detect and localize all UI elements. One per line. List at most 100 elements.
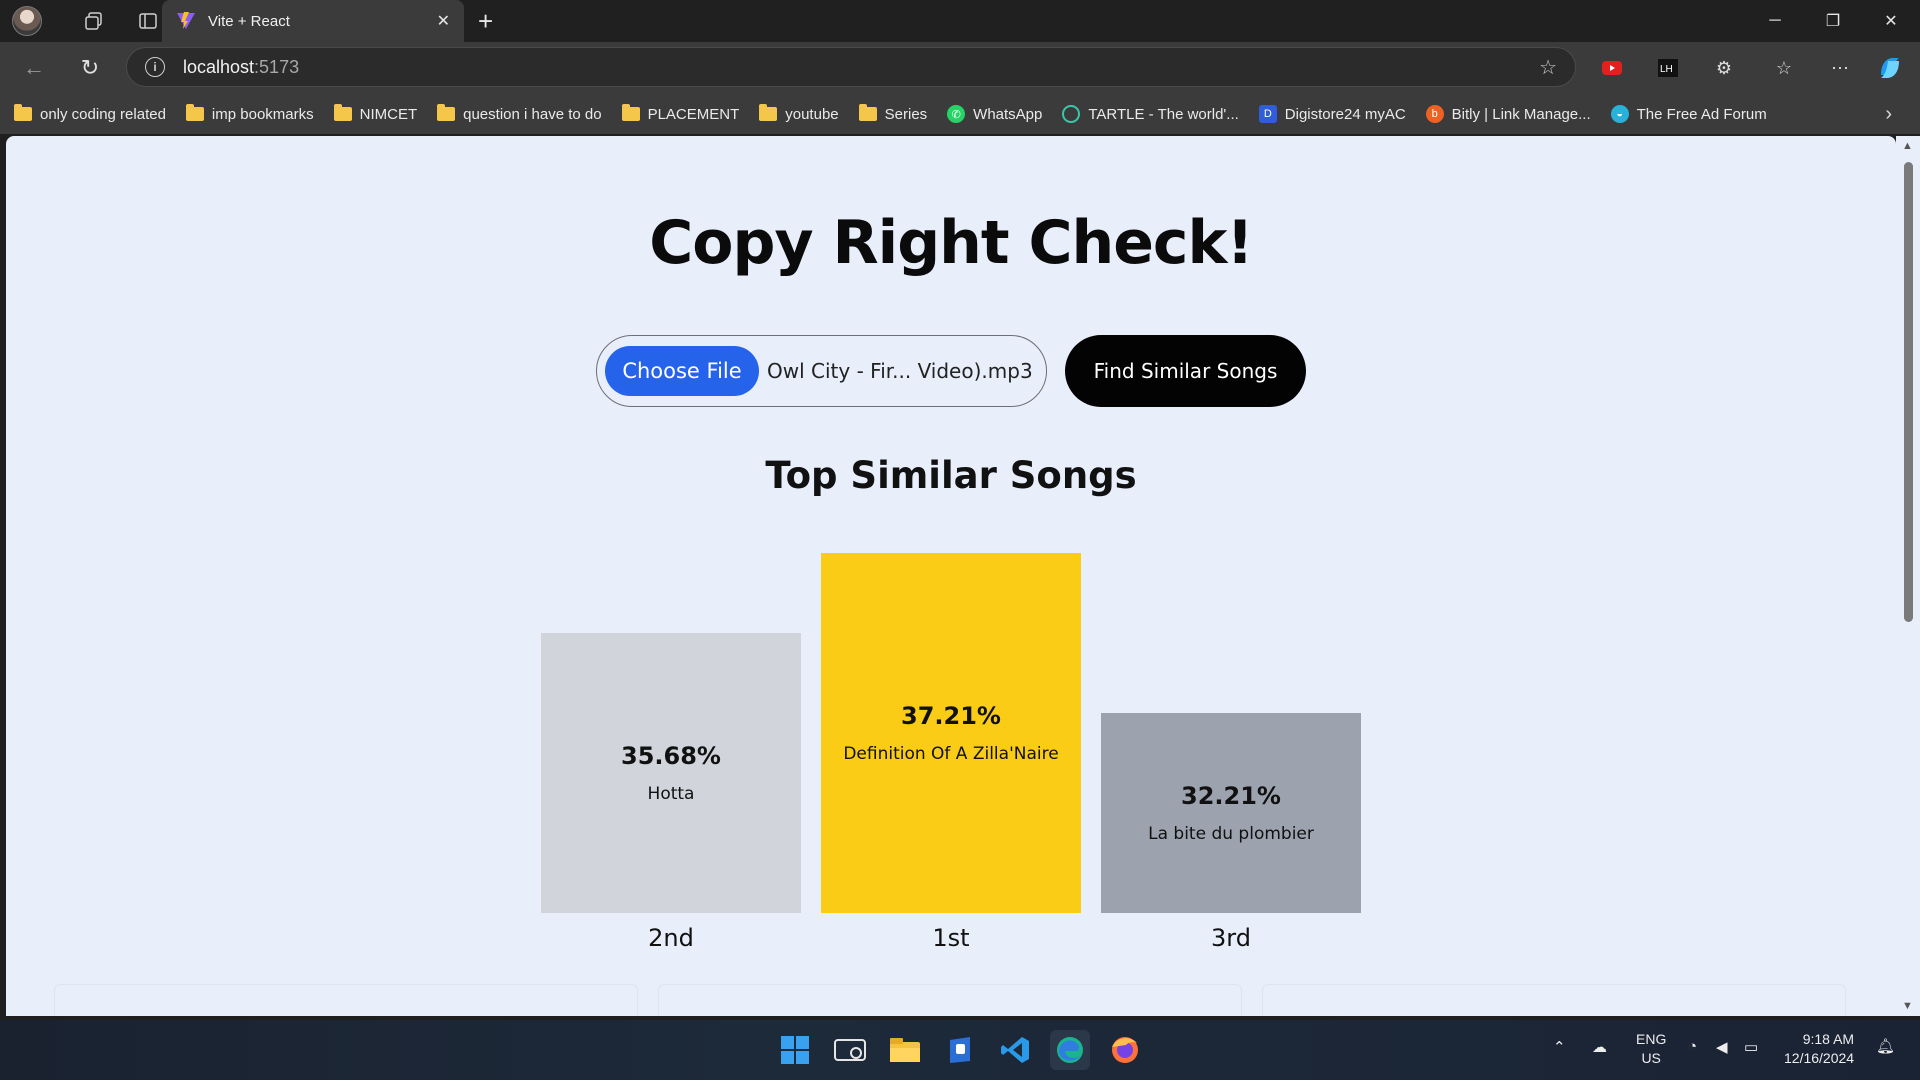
settings-more-icon[interactable]: ⋯ bbox=[1822, 50, 1858, 86]
similarity-percent: 32.21% bbox=[1181, 782, 1281, 810]
similarity-percent: 37.21% bbox=[901, 702, 1001, 730]
vscode-icon[interactable] bbox=[995, 1030, 1035, 1070]
browser-tab-active[interactable]: Vite + React ✕ bbox=[162, 0, 464, 42]
song-title: Hotta bbox=[647, 784, 695, 804]
volume-icon[interactable]: ◀ bbox=[1716, 1038, 1728, 1056]
find-similar-songs-button[interactable]: Find Similar Songs bbox=[1065, 335, 1306, 407]
task-view-icon[interactable] bbox=[830, 1030, 870, 1070]
folder-icon bbox=[858, 104, 877, 121]
address-toolbar: ← ↻ i localhost:5173 ☆ LH ⚙ ☆ ⋯ bbox=[0, 42, 1920, 94]
back-icon[interactable]: ← bbox=[14, 48, 54, 88]
page-scrollbar[interactable]: ▲ ▼ bbox=[1896, 136, 1920, 1016]
wifi-icon[interactable]: ◔ bbox=[1688, 1038, 1697, 1055]
bookmark-label: imp bookmarks bbox=[211, 105, 314, 123]
refresh-icon[interactable]: ↻ bbox=[70, 48, 110, 88]
windows-taskbar: ⌃ ☁ ENG US ◔ ◀ ▭ 9:18 AM 12/16/2024 🔔︎ bbox=[0, 1020, 1920, 1080]
podium-bar-1st: 37.21% Definition Of A Zilla'Naire bbox=[821, 553, 1081, 913]
bookmark-label: only coding related bbox=[40, 105, 166, 123]
rank-label: 1st bbox=[932, 924, 970, 952]
file-input[interactable]: Choose File Owl City - Fir... Video).mp3 bbox=[596, 335, 1047, 407]
clock-time: 9:18 AM bbox=[1802, 1031, 1855, 1047]
onedrive-cloud-icon[interactable]: ☁ bbox=[1592, 1038, 1607, 1056]
bookmark-label: NIMCET bbox=[359, 105, 418, 123]
bookmark-site[interactable]: D Digistore24 myAC bbox=[1258, 105, 1406, 123]
bookmark-site[interactable]: TARTLE - The world'... bbox=[1062, 105, 1239, 123]
result-cards-row bbox=[54, 984, 1846, 1016]
result-card bbox=[658, 984, 1242, 1016]
digistore-icon: D bbox=[1258, 105, 1277, 123]
bookmark-folder[interactable]: imp bookmarks bbox=[185, 104, 314, 123]
forum-icon: ◒ bbox=[1610, 105, 1629, 123]
address-bar[interactable]: i localhost:5173 ☆ bbox=[126, 47, 1576, 87]
bookmark-label: Bitly | Link Manage... bbox=[1451, 105, 1591, 123]
whatsapp-icon: ✆ bbox=[947, 105, 966, 123]
minimize-icon[interactable]: ─ bbox=[1746, 0, 1804, 42]
copilot-icon[interactable] bbox=[1872, 50, 1908, 86]
bookmark-label: Digistore24 myAC bbox=[1284, 105, 1406, 123]
language-indicator[interactable]: ENG US bbox=[1636, 1030, 1666, 1068]
scroll-up-icon[interactable]: ▲ bbox=[1902, 140, 1913, 152]
folder-icon bbox=[14, 104, 32, 121]
vite-logo-icon bbox=[176, 12, 196, 30]
clock[interactable]: 9:18 AM 12/16/2024 bbox=[1784, 1030, 1854, 1068]
bookmark-folder[interactable]: Series bbox=[858, 104, 927, 123]
file-explorer-icon[interactable] bbox=[885, 1030, 925, 1070]
tab-close-icon[interactable]: ✕ bbox=[437, 11, 450, 31]
result-card bbox=[54, 984, 638, 1016]
section-title: Top Similar Songs bbox=[765, 454, 1137, 497]
song-title: Definition Of A Zilla'Naire bbox=[843, 744, 1059, 764]
favorites-icon[interactable]: ☆ bbox=[1766, 50, 1802, 86]
bookmark-folder[interactable]: NIMCET bbox=[333, 104, 418, 123]
bookmark-label: youtube bbox=[785, 105, 839, 123]
bookmark-site[interactable]: b Bitly | Link Manage... bbox=[1425, 105, 1591, 123]
site-info-icon[interactable]: i bbox=[145, 57, 165, 77]
scroll-down-icon[interactable]: ▼ bbox=[1902, 1000, 1913, 1012]
notification-bell-icon[interactable]: 🔔︎ bbox=[1876, 1037, 1895, 1055]
store-app-icon[interactable] bbox=[940, 1030, 980, 1070]
profile-avatar[interactable] bbox=[12, 6, 42, 36]
podium-bar-2nd: 35.68% Hotta bbox=[541, 633, 801, 913]
windows-start-icon[interactable] bbox=[775, 1030, 815, 1070]
rank-label: 3rd bbox=[1211, 924, 1251, 952]
bookmark-folder[interactable]: only coding related bbox=[14, 104, 166, 123]
similarity-percent: 35.68% bbox=[621, 742, 721, 770]
firefox-icon[interactable] bbox=[1105, 1030, 1145, 1070]
region-code: US bbox=[1641, 1050, 1661, 1066]
lighthouse-extension-icon[interactable]: LH bbox=[1650, 50, 1686, 86]
workspaces-icon[interactable] bbox=[80, 7, 108, 35]
folder-icon bbox=[759, 104, 778, 121]
folder-icon bbox=[185, 104, 204, 121]
new-tab-icon[interactable]: + bbox=[478, 6, 493, 37]
chevron-up-icon[interactable]: ⌃ bbox=[1553, 1038, 1566, 1056]
rank-label: 2nd bbox=[648, 924, 694, 952]
restore-icon[interactable]: ❐ bbox=[1804, 0, 1862, 42]
bitly-icon: b bbox=[1425, 105, 1444, 123]
song-title: La bite du plombier bbox=[1148, 824, 1314, 844]
bookmark-label: TARTLE - The world'... bbox=[1088, 105, 1239, 123]
edge-browser-icon[interactable] bbox=[1050, 1030, 1090, 1070]
choose-file-button[interactable]: Choose File bbox=[605, 346, 759, 396]
bookmark-label: question i have to do bbox=[463, 105, 602, 123]
podium-bar-3rd: 32.21% La bite du plombier bbox=[1101, 713, 1361, 913]
folder-icon bbox=[437, 104, 456, 121]
close-window-icon[interactable]: ✕ bbox=[1862, 0, 1920, 42]
bookmark-folder[interactable]: youtube bbox=[759, 104, 839, 123]
battery-icon[interactable]: ▭ bbox=[1744, 1038, 1758, 1056]
bookmark-folder[interactable]: PLACEMENT bbox=[621, 104, 740, 123]
bookmark-site[interactable]: ✆ WhatsApp bbox=[947, 105, 1042, 123]
browser-title-bar: Vite + React ✕ + ─ ❐ ✕ bbox=[0, 0, 1920, 42]
clock-date: 12/16/2024 bbox=[1784, 1050, 1855, 1066]
chevron-right-icon[interactable]: › bbox=[1885, 103, 1892, 126]
bookmark-label: PLACEMENT bbox=[647, 105, 740, 123]
svg-text:LH: LH bbox=[1660, 64, 1673, 75]
favorite-star-icon[interactable]: ☆ bbox=[1539, 55, 1557, 80]
tartle-icon bbox=[1062, 105, 1081, 123]
bookmark-site[interactable]: ◒ The Free Ad Forum bbox=[1610, 105, 1767, 123]
scrollbar-thumb[interactable] bbox=[1904, 162, 1913, 622]
youtube-extension-icon[interactable] bbox=[1594, 50, 1630, 86]
extensions-puzzle-icon[interactable]: ⚙ bbox=[1706, 50, 1742, 86]
page-viewport: Copy Right Check! Choose File Owl City -… bbox=[6, 136, 1896, 1016]
vertical-tabs-icon[interactable] bbox=[134, 7, 162, 35]
bookmark-folder[interactable]: question i have to do bbox=[437, 104, 602, 123]
page-title: Copy Right Check! bbox=[649, 208, 1253, 278]
